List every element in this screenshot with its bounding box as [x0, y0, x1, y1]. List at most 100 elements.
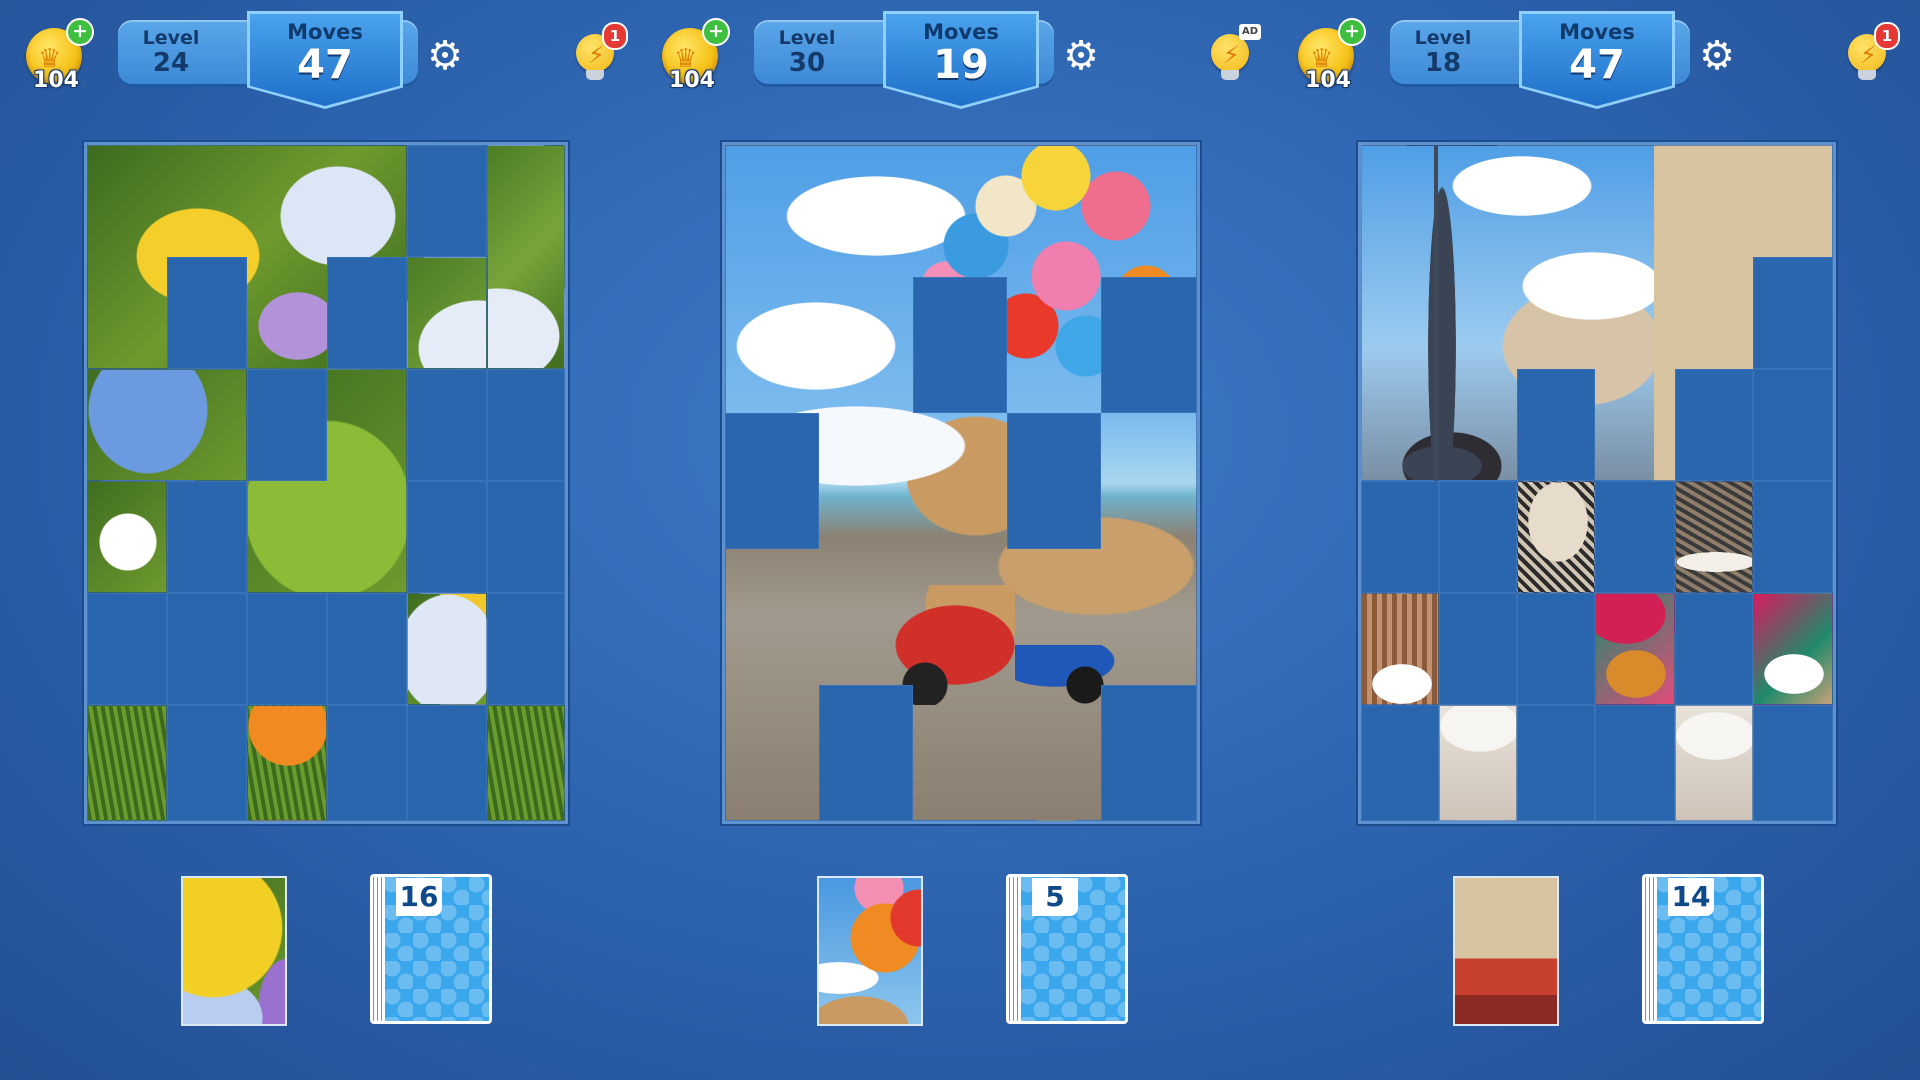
hint-count-badge: 1: [602, 22, 628, 50]
piece-deck[interactable]: 16: [370, 874, 500, 1026]
puzzle-board: [1358, 142, 1836, 824]
hint-button[interactable]: ⚡ AD: [1209, 24, 1261, 84]
plus-icon[interactable]: +: [702, 18, 730, 46]
level-indicator: Level 18: [1408, 28, 1478, 78]
empty-slot[interactable]: [1517, 705, 1595, 821]
empty-slot[interactable]: [1675, 369, 1753, 481]
empty-slot[interactable]: [407, 369, 487, 481]
empty-slot[interactable]: [487, 369, 565, 481]
hint-button[interactable]: ⚡ 1: [574, 22, 628, 84]
empty-slot[interactable]: [1361, 705, 1439, 821]
empty-slot[interactable]: [725, 413, 819, 549]
coin-counter[interactable]: ♛ + 104: [26, 18, 96, 94]
level-value: 24: [152, 48, 190, 78]
puzzle-tile[interactable]: [1439, 705, 1517, 821]
plus-icon[interactable]: +: [1338, 18, 1366, 46]
empty-slot[interactable]: [487, 481, 565, 593]
puzzle-tile[interactable]: [487, 705, 565, 821]
puzzle-tile[interactable]: [1675, 481, 1753, 593]
level-value: 18: [1424, 48, 1462, 78]
puzzle-tile[interactable]: [895, 585, 1015, 705]
piece-deck[interactable]: 5: [1006, 874, 1136, 1026]
moves-label: Moves: [923, 20, 999, 44]
empty-slot[interactable]: [167, 705, 247, 821]
empty-slot[interactable]: [247, 369, 327, 481]
empty-slot[interactable]: [87, 593, 167, 705]
empty-slot[interactable]: [1675, 593, 1753, 705]
puzzle-tile[interactable]: [487, 145, 565, 369]
bulb-base: [1221, 70, 1239, 80]
empty-slot[interactable]: [1439, 593, 1517, 705]
empty-slot[interactable]: [407, 481, 487, 593]
deck-count: 16: [396, 878, 442, 916]
next-piece[interactable]: [181, 876, 287, 1026]
empty-slot[interactable]: [1517, 369, 1595, 481]
empty-slot[interactable]: [1753, 705, 1833, 821]
puzzle-tile[interactable]: [1517, 481, 1595, 593]
puzzle-tile[interactable]: [407, 593, 487, 705]
level-indicator: Level 24: [136, 28, 206, 78]
ad-badge: AD: [1239, 24, 1261, 40]
empty-slot[interactable]: [1439, 481, 1517, 593]
puzzle-panel-1: ♛ + 104 Level 24 Moves 47 ⚙ ⚡ 1 16: [0, 0, 640, 1080]
empty-slot[interactable]: [327, 593, 407, 705]
coin-count: 104: [33, 68, 79, 93]
empty-slot[interactable]: [1753, 481, 1833, 593]
empty-slot[interactable]: [407, 705, 487, 821]
coin-counter[interactable]: ♛ + 104: [662, 18, 732, 94]
deck-count: 5: [1032, 878, 1078, 916]
puzzle-tile[interactable]: [1361, 593, 1439, 705]
empty-slot[interactable]: [487, 593, 565, 705]
empty-slot[interactable]: [1753, 369, 1833, 481]
empty-slot[interactable]: [167, 593, 247, 705]
bulb-base: [1858, 70, 1876, 80]
level-indicator: Level 30: [772, 28, 842, 78]
moves-value: 47: [1569, 42, 1625, 88]
coin-counter[interactable]: ♛ + 104: [1298, 18, 1368, 94]
puzzle-tile[interactable]: [247, 705, 327, 821]
next-piece[interactable]: [1453, 876, 1559, 1026]
piece-deck[interactable]: 14: [1642, 874, 1772, 1026]
deck-count: 14: [1668, 878, 1714, 916]
coin-count: 104: [1305, 68, 1351, 93]
puzzle-board: [84, 142, 568, 824]
empty-slot[interactable]: [247, 593, 327, 705]
gear-icon[interactable]: ⚙: [1695, 34, 1739, 78]
puzzle-tile[interactable]: [87, 705, 167, 821]
puzzle-tile[interactable]: [1595, 593, 1675, 705]
empty-slot[interactable]: [167, 481, 247, 593]
puzzle-tile[interactable]: [407, 257, 487, 369]
gear-icon[interactable]: ⚙: [423, 34, 467, 78]
moves-value: 47: [297, 42, 353, 88]
hint-count-badge: 1: [1874, 22, 1900, 50]
empty-slot[interactable]: [167, 257, 247, 369]
puzzle-tile[interactable]: [1675, 705, 1753, 821]
empty-slot[interactable]: [1101, 685, 1197, 821]
gear-icon[interactable]: ⚙: [1059, 34, 1103, 78]
bulb-base: [586, 70, 604, 80]
puzzle-tile[interactable]: [87, 369, 247, 481]
empty-slot[interactable]: [913, 277, 1007, 413]
level-label: Level: [142, 27, 200, 49]
empty-slot[interactable]: [1753, 257, 1833, 369]
empty-slot[interactable]: [819, 685, 913, 821]
next-piece[interactable]: [817, 876, 923, 1026]
hint-button[interactable]: ⚡ 1: [1846, 22, 1900, 84]
level-label: Level: [778, 27, 836, 49]
puzzle-tile[interactable]: [1753, 593, 1833, 705]
empty-slot[interactable]: [1007, 413, 1101, 549]
puzzle-tile[interactable]: [87, 481, 167, 593]
empty-slot[interactable]: [1361, 481, 1439, 593]
puzzle-panel-3: ♛ + 104 Level 18 Moves 47 ⚙ ⚡ 1 14: [1272, 0, 1912, 1080]
empty-slot[interactable]: [327, 705, 407, 821]
plus-icon[interactable]: +: [66, 18, 94, 46]
empty-slot[interactable]: [327, 257, 407, 369]
moves-label: Moves: [287, 20, 363, 44]
empty-slot[interactable]: [1595, 481, 1675, 593]
empty-slot[interactable]: [1101, 277, 1197, 413]
puzzle-panel-2: ♛ + 104 Level 30 Moves 19 ⚙ ⚡ AD 5: [636, 0, 1276, 1080]
coin-count: 104: [669, 68, 715, 93]
empty-slot[interactable]: [1517, 593, 1595, 705]
empty-slot[interactable]: [407, 145, 487, 257]
empty-slot[interactable]: [1595, 705, 1675, 821]
